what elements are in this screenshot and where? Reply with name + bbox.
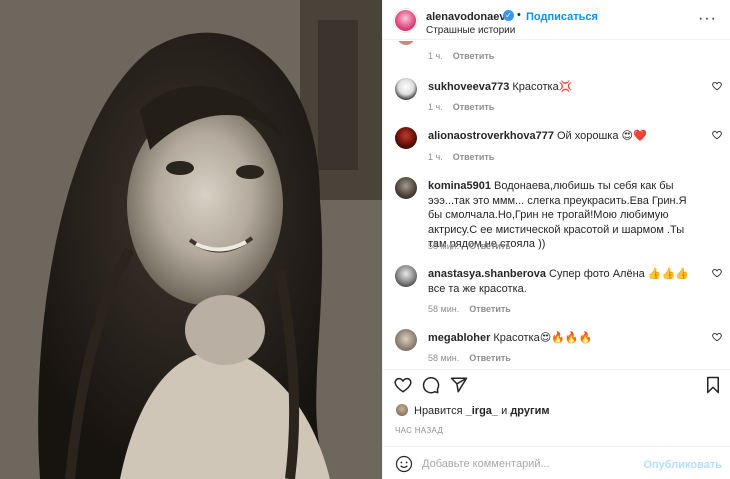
- comment-avatar[interactable]: [395, 265, 417, 287]
- action-bar: [383, 369, 730, 399]
- comment-icon[interactable]: [422, 376, 440, 394]
- comment-time: 58 мин.: [428, 304, 460, 314]
- heart-icon[interactable]: [712, 81, 722, 91]
- post-photo[interactable]: [0, 0, 382, 479]
- comment-meta: 58 мин. Ответить: [428, 241, 511, 251]
- heart-icon[interactable]: [712, 332, 722, 342]
- portrait-image: [0, 0, 382, 479]
- comment-body: Ой хорошка 😍❤️: [556, 130, 647, 142]
- comment-body: Красотка😍🔥🔥🔥: [493, 332, 593, 344]
- comment-meta: 58 мин. Ответить: [428, 353, 511, 363]
- post-subtitle: Страшные истории: [426, 25, 516, 36]
- comments-list[interactable]: 1 ч. Ответить sukhoveeva773 Красотка💢 1 ч.…: [383, 41, 730, 369]
- reply-button[interactable]: Ответить: [453, 102, 495, 112]
- more-options-icon[interactable]: ···: [698, 10, 717, 28]
- comment-text: megabloher Красотка😍🔥🔥🔥: [428, 331, 703, 346]
- comment-avatar[interactable]: [395, 329, 417, 351]
- top-comment-meta: 1 ч. Ответить: [428, 51, 494, 61]
- partial-comment-avatar: [397, 41, 415, 45]
- comment-username[interactable]: komina5901: [428, 180, 491, 192]
- comment-username[interactable]: anastasya.shanberova: [428, 268, 546, 280]
- comment-username[interactable]: alionaostroverkhova777: [428, 130, 554, 142]
- author-username[interactable]: alenavodonaeva: [426, 11, 512, 23]
- reply-button[interactable]: Ответить: [453, 51, 495, 61]
- comment-text: alionaostroverkhova777 Ой хорошка 😍❤️: [428, 129, 703, 144]
- comment-avatar[interactable]: [395, 78, 417, 100]
- heart-icon[interactable]: [712, 130, 722, 140]
- comment-time: 58 мин.: [428, 241, 460, 251]
- likes-prefix: Нравится: [414, 405, 463, 417]
- emoji-icon[interactable]: [395, 455, 413, 473]
- comment-text: anastasya.shanberova Супер фото Алёна 👍👍👍…: [428, 267, 703, 296]
- share-icon[interactable]: [450, 376, 468, 394]
- comment-text: sukhoveeva773 Красотка💢: [428, 80, 703, 95]
- header-separator: •: [517, 9, 521, 21]
- bookmark-icon[interactable]: [705, 376, 721, 394]
- reply-button[interactable]: Ответить: [469, 353, 511, 363]
- comment-username[interactable]: sukhoveeva773: [428, 81, 509, 93]
- follow-button[interactable]: Подписаться: [526, 11, 598, 23]
- reply-button[interactable]: Ответить: [453, 152, 495, 162]
- post-timestamp: ЧАС НАЗАД: [395, 426, 444, 435]
- post-details-panel: alenavodonaeva ✓ • Подписаться Страшные …: [382, 0, 730, 479]
- liker-username[interactable]: _irga_: [466, 405, 498, 417]
- comment-input[interactable]: [422, 455, 642, 473]
- reply-button[interactable]: Ответить: [469, 304, 511, 314]
- likes-conj: и: [501, 405, 508, 417]
- comment-body: Красотка💢: [512, 81, 573, 93]
- verified-icon: ✓: [503, 10, 514, 21]
- reply-button[interactable]: Ответить: [469, 241, 511, 251]
- heart-icon[interactable]: [712, 268, 722, 278]
- comment-time: 1 ч.: [428, 51, 443, 61]
- comment-meta: 1 ч. Ответить: [428, 152, 494, 162]
- likes-text: Нравится _irga_ и другим: [414, 405, 549, 417]
- post-header: alenavodonaeva ✓ • Подписаться Страшные …: [383, 0, 730, 40]
- likes-others-link[interactable]: другим: [510, 405, 549, 417]
- liker-avatar[interactable]: [395, 403, 409, 417]
- comment-time: 58 мин.: [428, 353, 460, 363]
- comment-meta: 1 ч. Ответить: [428, 102, 494, 112]
- comment-meta: 58 мин. Ответить: [428, 304, 511, 314]
- like-heart-icon[interactable]: [394, 376, 412, 394]
- comment-time: 1 ч.: [428, 102, 443, 112]
- publish-button[interactable]: Опубликовать: [643, 459, 722, 471]
- add-comment-bar: Опубликовать: [383, 446, 730, 479]
- comment-time: 1 ч.: [428, 152, 443, 162]
- comment-avatar[interactable]: [395, 177, 417, 199]
- comment-username[interactable]: megabloher: [428, 332, 490, 344]
- comment-avatar[interactable]: [395, 127, 417, 149]
- author-avatar[interactable]: [394, 9, 417, 32]
